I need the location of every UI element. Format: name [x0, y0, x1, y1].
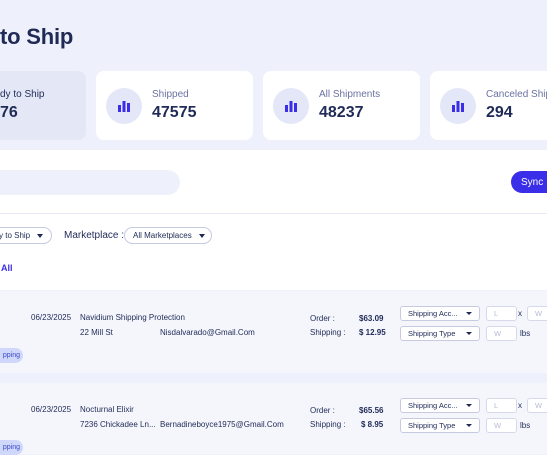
- shipping-account-value: Shipping Acc...: [408, 309, 458, 318]
- search-bar-section: [0, 150, 547, 214]
- customer-address: 22 Mill St: [80, 328, 113, 337]
- stat-card-shipped[interactable]: Shipped 47575: [96, 71, 253, 140]
- stat-card-ready-to-ship[interactable]: dy to Ship 76: [0, 71, 86, 140]
- times-sign: x: [518, 401, 522, 410]
- order-total: $63.09: [359, 314, 384, 323]
- stat-card-all-shipments[interactable]: All Shipments 48237: [263, 71, 420, 140]
- width-input[interactable]: W: [527, 398, 547, 413]
- shipping-account-select[interactable]: Shipping Acc...: [400, 306, 480, 321]
- weight-input[interactable]: W: [486, 418, 517, 433]
- customer-email: Bernadineboyce1975@Gmail.Com: [160, 420, 284, 429]
- chevron-down-icon: [466, 404, 472, 407]
- order-date: 06/23/2025: [31, 405, 72, 414]
- filters-section: [0, 214, 547, 290]
- shipping-type-select[interactable]: Shipping Type: [400, 326, 480, 341]
- times-sign: x: [518, 309, 522, 318]
- shipping-account-value: Shipping Acc...: [408, 401, 458, 410]
- order-row: 06/23/2025 Navidium Shipping Protection …: [0, 291, 547, 373]
- stat-label: Canceled Shipm: [486, 89, 547, 100]
- product-name[interactable]: Nocturnal Elixir: [80, 405, 134, 414]
- sync-button[interactable]: Sync: [511, 171, 547, 193]
- product-name[interactable]: Navidium Shipping Protection: [80, 313, 185, 322]
- stat-value: 76: [0, 104, 18, 121]
- stat-value: 47575: [152, 104, 197, 121]
- search-input[interactable]: [0, 170, 180, 195]
- chevron-down-icon: [37, 233, 44, 238]
- status-filter-select[interactable]: y to Ship: [0, 227, 52, 244]
- shipping-account-select[interactable]: Shipping Acc...: [400, 398, 480, 413]
- bar-chart-icon: [273, 88, 309, 124]
- chevron-down-icon: [466, 332, 472, 335]
- marketplace-value: All Marketplaces: [133, 231, 192, 240]
- shipping-cost: $ 12.95: [359, 328, 386, 337]
- customer-address: 7236 Chickadee Ln...: [80, 420, 156, 429]
- length-input[interactable]: L: [486, 306, 517, 321]
- order-total: $65.56: [359, 406, 384, 415]
- marketplace-select[interactable]: All Marketplaces: [124, 227, 212, 244]
- status-filter-value: y to Ship: [0, 231, 31, 240]
- tab-all[interactable]: All: [1, 263, 13, 273]
- stat-card-canceled-shipments[interactable]: Canceled Shipm 294: [430, 71, 547, 140]
- order-row: 06/23/2025 Nocturnal Elixir 7236 Chickad…: [0, 383, 547, 455]
- shipping-label: Shipping :: [310, 328, 346, 337]
- shipping-label: Shipping :: [310, 420, 346, 429]
- page-title: to Ship: [0, 24, 74, 49]
- customer-email: Nisdalvarado@Gmail.Com: [160, 328, 255, 337]
- chevron-down-icon: [466, 424, 472, 427]
- shipping-type-value: Shipping Type: [408, 421, 456, 430]
- stat-value: 294: [486, 104, 513, 121]
- length-input[interactable]: L: [486, 398, 517, 413]
- order-date: 06/23/2025: [31, 313, 72, 322]
- bar-chart-icon: [440, 88, 476, 124]
- status-badge: pping: [0, 348, 23, 363]
- shipping-cost: $ 8.95: [361, 420, 384, 429]
- stat-label: All Shipments: [319, 89, 381, 100]
- status-badge: pping: [0, 440, 23, 455]
- weight-unit: lbs: [520, 329, 531, 338]
- marketplace-label: Marketplace :: [64, 230, 125, 241]
- stat-label: Shipped: [152, 89, 189, 100]
- chevron-down-icon: [198, 233, 205, 238]
- shipping-type-value: Shipping Type: [408, 329, 456, 338]
- chevron-down-icon: [466, 312, 472, 315]
- stat-label: dy to Ship: [0, 89, 45, 100]
- shipping-type-select[interactable]: Shipping Type: [400, 418, 480, 433]
- stat-value: 48237: [319, 104, 364, 121]
- bar-chart-icon: [106, 88, 142, 124]
- weight-input[interactable]: W: [486, 326, 517, 341]
- width-input[interactable]: W: [527, 306, 547, 321]
- order-label: Order :: [310, 314, 335, 323]
- order-label: Order :: [310, 406, 335, 415]
- weight-unit: lbs: [520, 421, 531, 430]
